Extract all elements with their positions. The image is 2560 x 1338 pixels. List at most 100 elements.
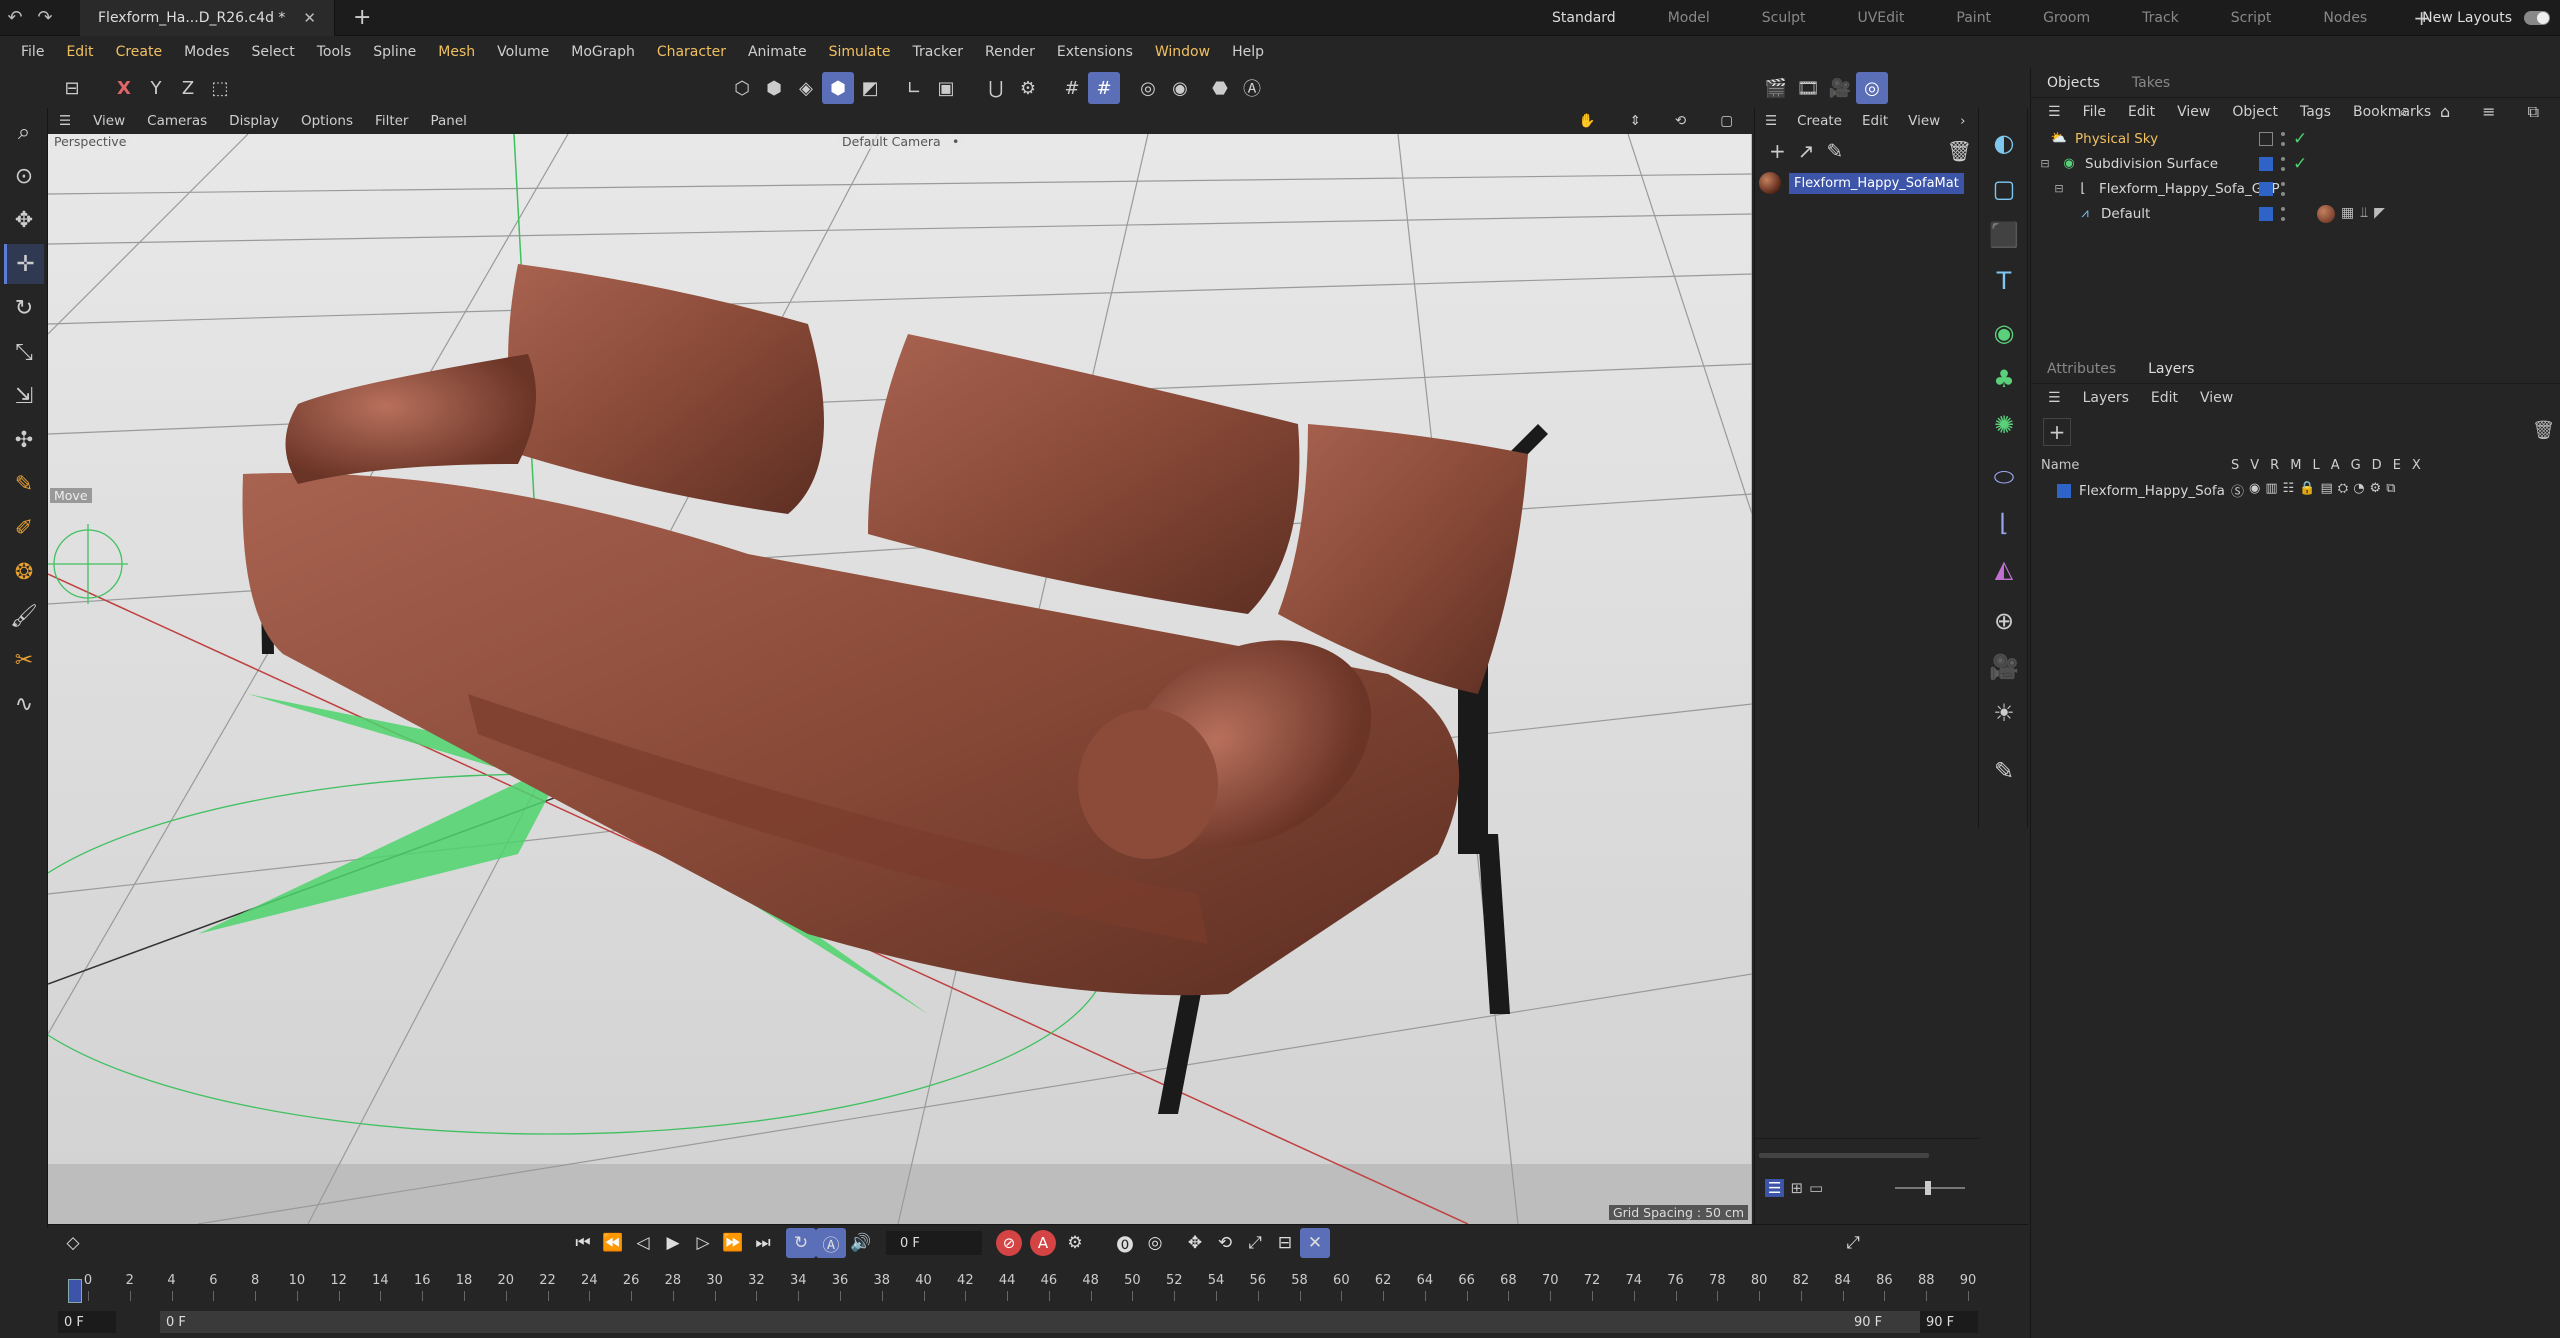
camera-icon[interactable]: 🎥 bbox=[1983, 646, 2025, 688]
record-keyframe-icon[interactable]: ⊘ bbox=[996, 1230, 1022, 1256]
sound-icon[interactable]: 🔊 bbox=[846, 1228, 876, 1258]
min-frame-field[interactable]: 0 F bbox=[58, 1311, 116, 1333]
menu-window[interactable]: Window bbox=[1144, 44, 1221, 60]
edit-icon[interactable]: ✎ bbox=[1983, 750, 2025, 792]
y-axis-toggle[interactable]: Y bbox=[140, 72, 172, 104]
viewport-menu-filter[interactable]: Filter bbox=[364, 113, 419, 129]
maximize-view-icon[interactable]: ▢ bbox=[1709, 113, 1744, 129]
autokey-record-icon[interactable]: A bbox=[1030, 1230, 1056, 1256]
next-frame-icon[interactable]: ▷ bbox=[688, 1228, 718, 1258]
material-scrollbar[interactable] bbox=[1759, 1153, 1929, 1158]
home-icon[interactable]: ⌂ bbox=[2429, 102, 2461, 122]
auto-key-icon[interactable]: Ⓐ bbox=[816, 1228, 846, 1258]
visibility-dots[interactable] bbox=[2281, 181, 2285, 196]
tab-attributes[interactable]: Attributes bbox=[2031, 361, 2132, 377]
layout-groom[interactable]: Groom bbox=[2017, 10, 2116, 26]
tab-takes[interactable]: Takes bbox=[2116, 75, 2186, 91]
add-layer-icon[interactable]: + bbox=[2043, 418, 2071, 446]
layers-menu-view[interactable]: View bbox=[2189, 390, 2244, 406]
object-menu-file[interactable]: File bbox=[2072, 104, 2117, 120]
layout-paint[interactable]: Paint bbox=[1930, 10, 2017, 26]
collapse-icon[interactable]: ⊟ bbox=[2037, 156, 2053, 172]
material-tag-icon[interactable] bbox=[2317, 204, 2335, 223]
transfer-tool-icon[interactable]: ⇲ bbox=[4, 376, 44, 416]
rotate-tool-icon[interactable]: ↻ bbox=[4, 288, 44, 328]
layout-sculpt[interactable]: Sculpt bbox=[1736, 10, 1832, 26]
object-row[interactable]: ⛅ Physical Sky ✓ bbox=[2031, 126, 2560, 151]
menu-select[interactable]: Select bbox=[241, 44, 306, 60]
animation-icon[interactable]: ▤ bbox=[2321, 481, 2333, 500]
key-position-icon[interactable]: ⓿ bbox=[1110, 1228, 1140, 1258]
menu-mograph[interactable]: MoGraph bbox=[560, 44, 646, 60]
close-tab-icon[interactable]: ✕ bbox=[303, 9, 316, 27]
apply-material-icon[interactable]: ↗ bbox=[1798, 139, 1815, 163]
layer-color-swatch[interactable] bbox=[2057, 483, 2071, 498]
visible-icon[interactable]: ◉ bbox=[2249, 481, 2260, 500]
layer-row[interactable]: Flexform_Happy_Sofa Ⓢ ◉ ▥ ☷ 🔒 ▤ ⛭ ◔ ⚙ ⧉ bbox=[2031, 478, 2560, 503]
xref-icon[interactable]: ⧉ bbox=[2386, 481, 2395, 500]
dolly-icon[interactable]: ⇕ bbox=[1619, 113, 1652, 129]
generator-icon[interactable]: ◭ bbox=[1983, 548, 2025, 590]
phong-tag-icon[interactable]: ⫫ bbox=[2360, 205, 2368, 223]
soft-selection-icon[interactable]: ✣ bbox=[4, 420, 44, 460]
polygons-mode-icon[interactable]: ◈ bbox=[790, 72, 822, 104]
snap-settings-icon[interactable]: ⚙ bbox=[1012, 72, 1044, 104]
manager-icon[interactable]: ☷ bbox=[2283, 481, 2295, 500]
text-icon[interactable]: T bbox=[1983, 260, 2025, 302]
layer-color-icon[interactable] bbox=[2259, 181, 2273, 196]
menu-mesh[interactable]: Mesh bbox=[427, 44, 486, 60]
editor-visibility-icon[interactable] bbox=[2259, 131, 2273, 146]
delete-layer-icon[interactable]: 🗑 bbox=[2532, 420, 2555, 441]
new-window-icon[interactable]: ⧉ bbox=[2517, 102, 2550, 122]
generator-flag-icon[interactable]: ⛭ bbox=[2338, 481, 2348, 500]
target-icon[interactable]: ◉ bbox=[1164, 72, 1196, 104]
layout-model[interactable]: Model bbox=[1642, 10, 1736, 26]
spline-icon[interactable]: ⌊ bbox=[1983, 502, 2025, 544]
3d-viewport[interactable]: Perspective Default Camera • Move Grid S… bbox=[48, 134, 1752, 1224]
current-frame-field[interactable]: 0 F bbox=[886, 1231, 982, 1255]
undo-icon[interactable]: ↶ bbox=[0, 3, 30, 33]
z-axis-toggle[interactable]: Z bbox=[172, 72, 204, 104]
polygon-pen-icon[interactable]: ∿ bbox=[4, 684, 44, 724]
material-menu-view[interactable]: View bbox=[1898, 113, 1950, 129]
range-slider[interactable] bbox=[160, 1311, 1920, 1333]
previous-frame-icon[interactable]: ◁ bbox=[628, 1228, 658, 1258]
layout-standard[interactable]: Standard bbox=[1526, 10, 1642, 26]
curve-editor-icon[interactable]: ⤢ bbox=[1838, 1228, 1868, 1258]
tab-layers[interactable]: Layers bbox=[2132, 361, 2210, 377]
environment-icon[interactable]: ⊕ bbox=[1983, 600, 2025, 642]
layers-menu-edit[interactable]: Edit bbox=[2140, 390, 2189, 406]
model-mode-icon[interactable]: ⬢ bbox=[822, 72, 854, 104]
grid-snap-icon[interactable]: # bbox=[1056, 72, 1088, 104]
uvw-tag-icon[interactable]: ▦ bbox=[2341, 205, 2354, 223]
layout-nodes[interactable]: Nodes bbox=[2297, 10, 2393, 26]
delete-material-icon[interactable]: 🗑 bbox=[1947, 139, 1972, 163]
cloner-icon[interactable]: ♣ bbox=[1983, 358, 2025, 400]
object-search-icon[interactable]: ⌕ bbox=[2388, 102, 2419, 122]
shading-icon[interactable]: ⬣ bbox=[1204, 72, 1236, 104]
key-pla-icon[interactable]: ✕ bbox=[1300, 1228, 1330, 1258]
edges-mode-icon[interactable]: ⬢ bbox=[758, 72, 790, 104]
axis-mode-icon[interactable]: ∟ bbox=[898, 72, 930, 104]
max-frame-field[interactable]: 90 F bbox=[1920, 1311, 1978, 1333]
range-end-field[interactable]: 90 F bbox=[1848, 1311, 1908, 1333]
add-material-icon[interactable]: + bbox=[1769, 139, 1786, 163]
texture-mode-icon[interactable]: ▣ bbox=[930, 72, 962, 104]
x-axis-toggle[interactable]: X bbox=[108, 72, 140, 104]
play-icon[interactable]: ▶ bbox=[658, 1228, 688, 1258]
redo-icon[interactable]: ↷ bbox=[30, 3, 60, 33]
mode-toggle-icon[interactable]: ⊟ bbox=[56, 72, 88, 104]
lock-icon[interactable]: 🔒 bbox=[2299, 481, 2315, 500]
viewport-camera-label[interactable]: Default Camera bbox=[838, 134, 945, 149]
menu-tools[interactable]: Tools bbox=[306, 44, 363, 60]
tab-objects[interactable]: Objects bbox=[2031, 75, 2116, 91]
menu-animate[interactable]: Animate bbox=[737, 44, 818, 60]
filter-icon[interactable]: ≡ bbox=[2471, 102, 2506, 122]
auto-icon[interactable]: Ⓐ bbox=[1236, 72, 1268, 104]
workplane-icon[interactable]: # bbox=[1088, 72, 1120, 104]
layout-script[interactable]: Script bbox=[2205, 10, 2298, 26]
search-icon[interactable]: ⌕ bbox=[4, 112, 44, 152]
visibility-dots[interactable] bbox=[2281, 156, 2285, 171]
menu-create[interactable]: Create bbox=[105, 44, 174, 60]
next-key-icon[interactable]: ⏩ bbox=[718, 1228, 748, 1258]
